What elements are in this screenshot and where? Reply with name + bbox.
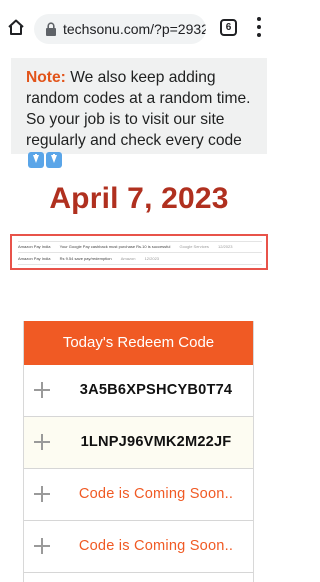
- table-row[interactable]: Code is Coming Soon..: [24, 469, 253, 521]
- ad-cell: Amazon Pay India: [18, 244, 51, 249]
- plus-icon[interactable]: [34, 434, 50, 450]
- coming-soon-text: Code is Coming Soon..: [78, 486, 234, 502]
- coming-soon-text: Code is Coming Soon..: [78, 538, 234, 554]
- ad-cell: Rs 9.54 save pay/redemption: [59, 256, 112, 261]
- ad-cell: 12/2023: [144, 256, 160, 261]
- plus-icon[interactable]: [34, 382, 50, 398]
- redeem-code[interactable]: 1LNPJ96VMK2M22JF: [66, 434, 246, 450]
- ad-banner[interactable]: Amazon Pay India Your Google Pay cashbac…: [10, 234, 268, 270]
- table-row[interactable]: Code is Coming Soon..: [24, 521, 253, 573]
- table-row[interactable]: 1LNPJ96VMK2M22JF: [24, 417, 253, 469]
- note-box: Note: We also keep adding random codes a…: [11, 58, 267, 168]
- down-arrow-icon: [46, 152, 62, 168]
- ad-cell: Amazon Pay India: [18, 256, 51, 261]
- more-menu-icon[interactable]: [256, 17, 262, 39]
- table-header: Today's Redeem Code: [24, 321, 253, 365]
- ad-row: Amazon Pay India Your Google Pay cashbac…: [18, 243, 262, 250]
- ad-divider: [18, 264, 262, 265]
- plus-icon[interactable]: [34, 538, 50, 554]
- plus-icon[interactable]: [34, 486, 50, 502]
- ad-row: Amazon Pay India Rs 9.54 save pay/redemp…: [18, 255, 262, 262]
- home-icon[interactable]: [7, 18, 25, 36]
- table-row[interactable]: 3A5B6XPSHCYB0T74: [24, 365, 253, 417]
- ad-cell: 12/2023: [218, 244, 233, 249]
- ad-divider: [18, 241, 262, 242]
- browser-toolbar: techsonu.com/?p=29320 6: [0, 0, 278, 56]
- ad-cell: Amazon: [120, 256, 136, 261]
- ad-cell: Your Google Pay cashback must purchase R…: [59, 244, 171, 249]
- note-label: Note:: [26, 69, 66, 86]
- ad-divider: [18, 252, 262, 253]
- url-text: techsonu.com/?p=29320: [63, 21, 206, 37]
- page-date: April 7, 2023: [49, 182, 229, 215]
- lock-icon: [46, 22, 56, 36]
- redeem-code-table: Today's Redeem Code 3A5B6XPSHCYB0T74 1LN…: [23, 321, 254, 582]
- redeem-code[interactable]: 3A5B6XPSHCYB0T74: [66, 382, 246, 398]
- tab-switcher-button[interactable]: 6: [220, 19, 237, 36]
- ad-cell: Google Services: [179, 244, 209, 249]
- address-bar[interactable]: techsonu.com/?p=29320: [34, 14, 206, 44]
- down-arrow-icon: [28, 152, 44, 168]
